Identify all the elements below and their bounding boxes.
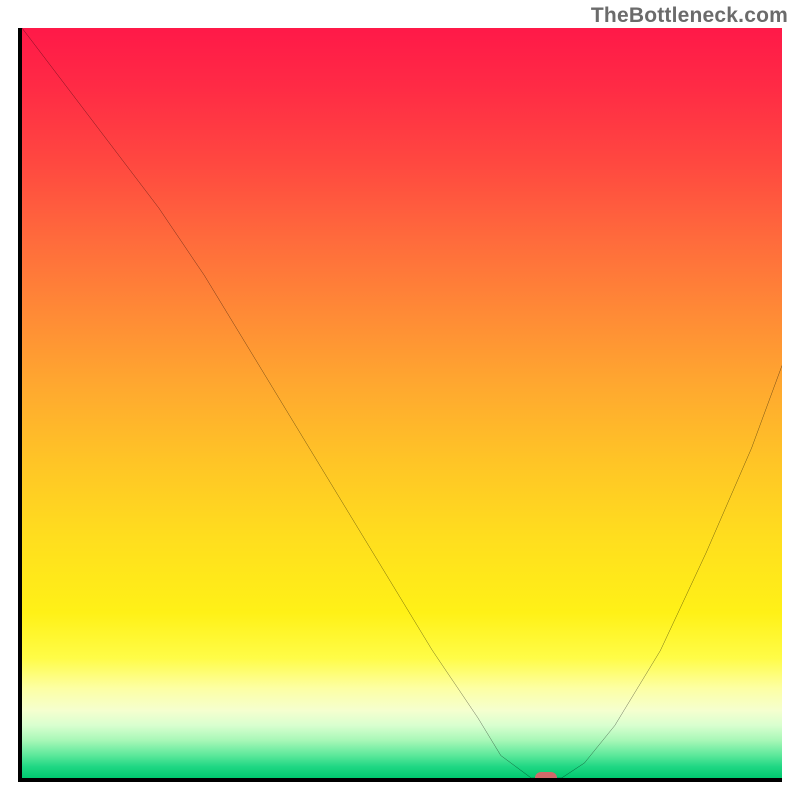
watermark-text: TheBottleneck.com bbox=[591, 4, 788, 28]
plot-area bbox=[18, 28, 782, 782]
chart-container: TheBottleneck.com bbox=[0, 0, 800, 800]
optimal-marker bbox=[535, 772, 557, 782]
bottleneck-curve bbox=[22, 28, 782, 778]
